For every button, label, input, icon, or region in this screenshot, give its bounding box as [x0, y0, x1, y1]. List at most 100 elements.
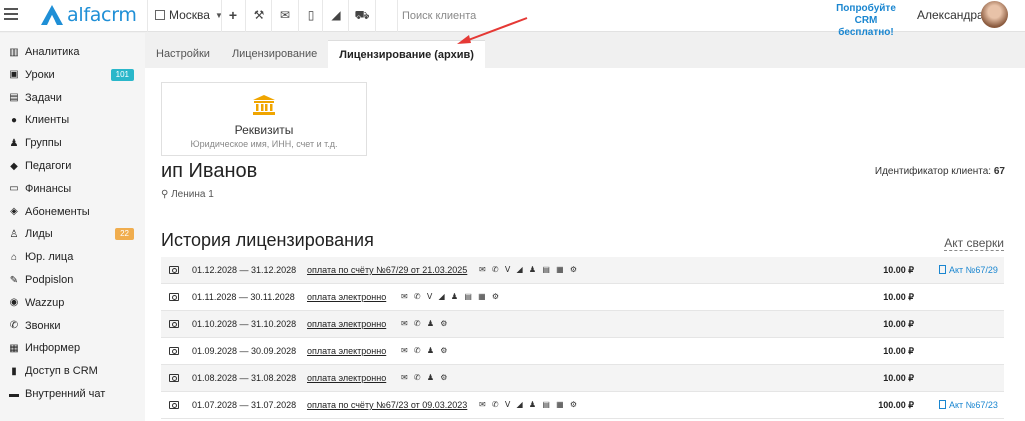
client-id-label: Идентификатор клиента: [874, 166, 992, 177]
table-row: 01.10.2028 — 31.10.2028 оплата электронно… [161, 311, 1004, 338]
sidebar-item[interactable]: ▦ Информер [8, 338, 138, 358]
payment-link[interactable]: оплата электронно [307, 319, 386, 329]
divider [245, 0, 246, 32]
cash-icon [169, 320, 179, 328]
sidebar-item[interactable]: ◆ Педагоги [8, 156, 138, 176]
user-name[interactable]: Александра [917, 8, 984, 22]
bank-icon [253, 95, 275, 115]
client-address-text: Ленина 1 [171, 189, 214, 200]
client-id-value: 67 [993, 166, 1005, 177]
sidebar-item[interactable]: ⌂ Юр. лица [8, 247, 138, 267]
sidebar-item[interactable]: ▣ Уроки 101 [8, 65, 138, 85]
payment-link[interactable]: оплата электронно [307, 292, 386, 302]
trial-promo-link[interactable]: Попробуйте CRM бесплатно! [826, 3, 906, 39]
payment-link[interactable]: оплата электронно [307, 346, 386, 356]
plus-icon[interactable]: + [225, 7, 241, 23]
payment-link[interactable]: оплата по счёту №67/29 от 21.03.2025 [307, 265, 467, 275]
sidebar-item-label: Podpislon [25, 274, 74, 286]
period-text: 01.07.2028 — 31.07.2028 [192, 400, 297, 410]
sidebar-item-label: Уроки [25, 68, 55, 81]
sidebar-item-label: Звонки [25, 319, 61, 332]
table-row: 01.11.2028 — 30.11.2028 оплата электронно… [161, 284, 1004, 311]
users-icon: ♟ [9, 137, 19, 149]
sidebar-item[interactable]: ♙ Лиды 22 [8, 224, 138, 244]
tab[interactable]: Настройки [145, 40, 221, 68]
divider [298, 0, 299, 32]
amount-text: 10.00 ₽ [883, 319, 914, 329]
act-label: Акт №67/23 [949, 400, 998, 410]
sidebar-item-label: Внутренний чат [25, 388, 106, 400]
logo[interactable]: alfacrm [40, 4, 137, 26]
city-label: Москва [169, 8, 210, 22]
sidebar-item[interactable]: ✎ Podpislon [8, 270, 138, 290]
requisites-card[interactable]: Реквизиты Юридическое имя, ИНН, счет и т… [161, 82, 367, 156]
info-icon: ▦ [9, 342, 19, 354]
cash-icon [169, 401, 179, 409]
tab-bar: Настройки Лицензирование Лицензирование (а… [145, 40, 485, 68]
act-link[interactable]: Акт №67/29 [939, 265, 998, 275]
cart-icon[interactable]: ⛟ [354, 7, 370, 23]
tab[interactable]: Лицензирование [221, 40, 328, 68]
act-link[interactable]: Акт №67/23 [939, 400, 998, 410]
city-selector[interactable]: Москва ▼ [155, 8, 223, 22]
tasks-icon: ▤ [9, 92, 19, 104]
sidebar-item[interactable]: ▬ Внутренний чат [8, 384, 138, 404]
requisites-title: Реквизиты [234, 123, 294, 137]
sidebar-item-label: Группы [25, 137, 62, 150]
sidebar-item-label: Финансы [25, 182, 72, 195]
amount-text: 10.00 ₽ [883, 346, 914, 356]
divider [147, 0, 148, 32]
telegram-icon[interactable]: ◢ [328, 7, 344, 23]
sidebar-item-label: Клиенты [25, 114, 70, 127]
lock-icon: ▮ [11, 365, 17, 377]
map-marker-icon: ⚲ [161, 189, 169, 200]
reconciliation-act-link[interactable]: Акт сверки [944, 236, 1004, 251]
divider [322, 0, 323, 32]
period-text: 01.12.2028 — 31.12.2028 [192, 265, 297, 275]
sidebar-item[interactable]: ● Клиенты [8, 110, 138, 130]
notification-icons: ✉ ✆ ᐯ ◢ ♟ ▤ ▦ ⚙ [401, 292, 502, 301]
user-plus-icon: ♙ [9, 228, 19, 240]
period-text: 01.10.2028 — 31.10.2028 [192, 319, 297, 329]
document-icon [939, 400, 946, 409]
payment-link[interactable]: оплата по счёту №67/23 от 09.03.2023 [307, 400, 467, 410]
cash-icon [169, 374, 179, 382]
client-address: ⚲ Ленина 1 [161, 189, 214, 200]
calendar-icon: ▣ [9, 69, 19, 81]
table-row: 01.09.2028 — 30.09.2028 оплата электронно… [161, 338, 1004, 365]
menu-icon[interactable] [4, 8, 18, 20]
sidebar-item[interactable]: ▭ Финансы [8, 179, 138, 199]
chart-icon: ▥ [9, 46, 19, 58]
client-name: ип Иванов [161, 160, 258, 182]
pen-icon: ✎ [9, 274, 19, 286]
amount-text: 10.00 ₽ [883, 373, 914, 383]
sidebar-item-label: Информер [25, 342, 81, 355]
notification-icons: ✉ ✆ ♟ ⚙ [401, 373, 450, 382]
main-panel: Реквизиты Юридическое имя, ИНН, счет и т… [145, 68, 1025, 421]
table-row: 01.07.2028 — 31.07.2028 оплата по счёту №… [161, 392, 1004, 419]
mobile-icon[interactable]: ▯ [303, 7, 319, 23]
sidebar-item[interactable]: ✆ Звонки [8, 316, 138, 336]
sidebar-item-label: Аналитика [25, 46, 80, 58]
cash-icon [169, 266, 179, 274]
sidebar-item[interactable]: ◉ Wazzup [8, 293, 138, 313]
wrench-icon[interactable]: ⚒ [251, 7, 267, 23]
sidebar-item[interactable]: ♟ Группы [8, 133, 138, 153]
sidebar-item-label: Юр. лица [25, 251, 74, 264]
period-text: 01.08.2028 — 31.08.2028 [192, 373, 297, 383]
envelope-icon[interactable]: ✉ [277, 7, 293, 23]
sidebar-item[interactable]: ◈ Абонементы [8, 202, 138, 222]
client-id: Идентификатор клиента: 67 [875, 166, 1005, 177]
amount-text: 10.00 ₽ [883, 292, 914, 302]
tag-icon: ◈ [10, 206, 18, 218]
amount-text: 100.00 ₽ [878, 400, 914, 410]
divider [375, 0, 376, 32]
payment-link[interactable]: оплата электронно [307, 373, 386, 383]
sidebar-item[interactable]: ▥ Аналитика [8, 42, 138, 62]
avatar[interactable] [981, 1, 1008, 28]
sidebar-item[interactable]: ▮ Доступ в CRM [8, 361, 138, 381]
act-label: Акт №67/29 [949, 265, 998, 275]
document-icon [939, 265, 946, 274]
sidebar-item[interactable]: ▤ Задачи [8, 88, 138, 108]
sidebar-item-label: Доступ в CRM [25, 365, 98, 378]
